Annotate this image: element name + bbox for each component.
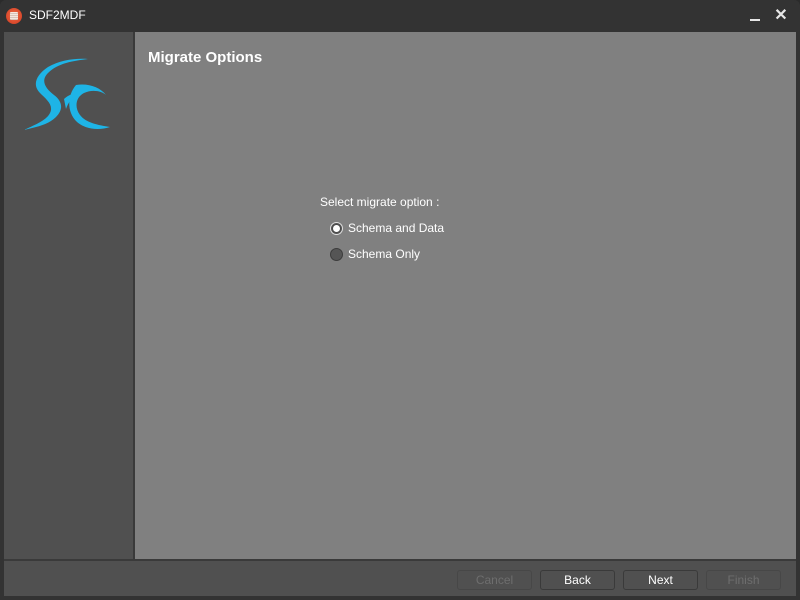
- close-icon: ✕: [774, 7, 788, 24]
- radio-button-unchecked[interactable]: [330, 247, 343, 261]
- sc-logo: [24, 58, 110, 131]
- cancel-button[interactable]: Cancel: [457, 570, 532, 590]
- radio-label: Schema and Data: [348, 221, 445, 235]
- window-frame-bottom: [0, 596, 800, 600]
- wizard-window: SDF2MDF ✕ Migrate Options Select migrate…: [0, 0, 800, 600]
- close-button[interactable]: ✕: [772, 8, 790, 24]
- page-title: Migrate Options: [148, 49, 263, 66]
- radio-schema-and-data[interactable]: Schema and Data: [330, 221, 444, 235]
- window-title: SDF2MDF: [29, 8, 86, 22]
- migrate-option-label: Select migrate option :: [320, 195, 440, 209]
- title-bar[interactable]: SDF2MDF ✕: [0, 0, 800, 31]
- minimize-button[interactable]: [745, 8, 763, 24]
- database-icon: [6, 8, 22, 24]
- back-button[interactable]: Back: [540, 570, 615, 590]
- logo-c-stroke: [69, 84, 110, 129]
- finish-button[interactable]: Finish: [706, 570, 781, 590]
- window-frame-right: [796, 31, 800, 600]
- radio-schema-only[interactable]: Schema Only: [330, 247, 420, 261]
- radio-button-checked[interactable]: [330, 221, 343, 235]
- radio-label: Schema Only: [348, 247, 421, 261]
- next-button[interactable]: Next: [623, 570, 698, 590]
- content-panel: Migrate Options Select migrate option : …: [135, 32, 796, 559]
- wizard-footer: Cancel Back Next Finish: [4, 561, 796, 596]
